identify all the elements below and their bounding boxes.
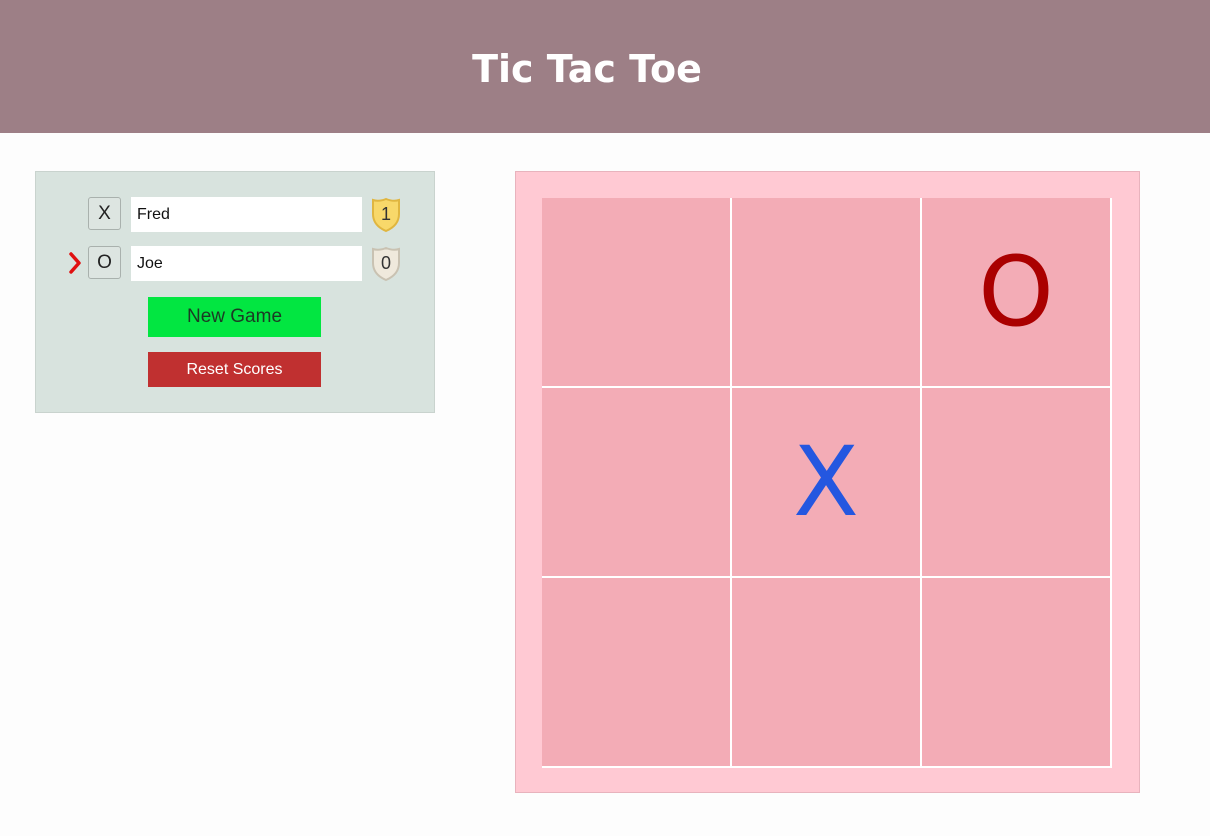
player-x-score-badge: 1 [370, 197, 402, 233]
player-x-name-input[interactable] [131, 197, 362, 232]
player-o-mark-button[interactable]: O [88, 246, 121, 279]
header-bar: Tic Tac Toe [0, 0, 1210, 133]
board-cell-2-3[interactable] [922, 388, 1110, 576]
player-o-score: 0 [380, 252, 391, 273]
game-board: O X [542, 198, 1112, 768]
board-cell-1-2[interactable] [732, 198, 920, 386]
board-cell-3-1[interactable] [542, 578, 730, 766]
player-o-score-badge: 0 [370, 246, 402, 282]
board-cell-3-2[interactable] [732, 578, 920, 766]
current-turn-arrow-icon [66, 250, 84, 276]
players-panel: X 1 O 0 New Game Reset Scores [35, 171, 435, 413]
new-game-button[interactable]: New Game [148, 297, 321, 337]
board-cell-3-3[interactable] [922, 578, 1110, 766]
board-cell-1-1[interactable] [542, 198, 730, 386]
page-title: Tic Tac Toe [472, 46, 702, 91]
player-o-name-input[interactable] [131, 246, 362, 281]
player-x-mark-button[interactable]: X [88, 197, 121, 230]
board-cell-2-1[interactable] [542, 388, 730, 576]
reset-scores-button[interactable]: Reset Scores [148, 352, 321, 387]
player-x-score: 1 [380, 203, 391, 224]
player-row-o: O 0 [36, 246, 434, 282]
board-container: O X [515, 171, 1140, 793]
board-cell-1-3[interactable]: O [922, 198, 1110, 386]
board-cell-2-2[interactable]: X [732, 388, 920, 576]
player-row-x: X 1 [36, 197, 434, 233]
